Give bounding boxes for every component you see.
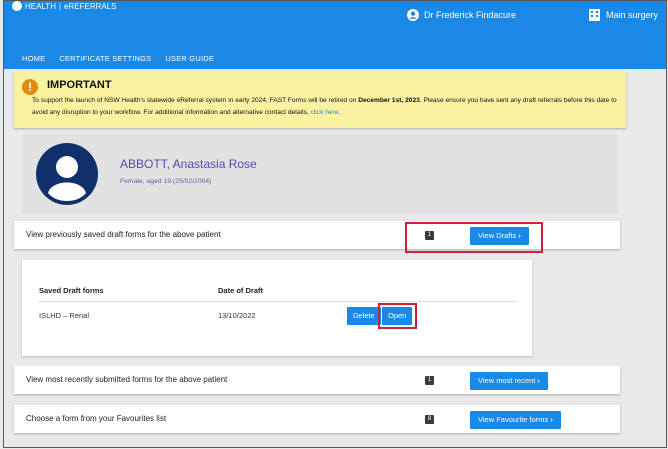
col-header-date-of-draft: Date of Draft bbox=[218, 286, 264, 295]
recent-row: View most recently submitted forms for t… bbox=[14, 366, 620, 394]
table-divider bbox=[38, 301, 518, 302]
health-logo-icon bbox=[12, 1, 22, 11]
app-window: HEALTH | eREFERRALS Dr Frederick Findacu… bbox=[3, 0, 667, 448]
drafts-count-badge: 1 bbox=[425, 231, 434, 240]
delete-draft-button[interactable]: Delete bbox=[347, 307, 381, 325]
view-favourite-forms-button[interactable]: View Favourite forms › bbox=[470, 411, 561, 429]
view-drafts-button[interactable]: View Drafts › bbox=[470, 227, 529, 245]
drafts-row-label: View previously saved draft forms for th… bbox=[26, 230, 221, 239]
exclamation-icon: ! bbox=[22, 79, 38, 95]
recent-count-badge: 1 bbox=[425, 376, 434, 385]
patient-card: ABBOTT, Anastasia Rose Female, aged 19 (… bbox=[22, 134, 618, 214]
chevron-right-icon: › bbox=[518, 231, 521, 240]
nav-user-guide[interactable]: USER GUIDE bbox=[165, 54, 214, 63]
recent-row-label: View most recently submitted forms for t… bbox=[26, 375, 228, 384]
main-nav: HOME CERTIFICATE SETTINGS USER GUIDE bbox=[22, 54, 214, 63]
patient-name: ABBOTT, Anastasia Rose bbox=[120, 157, 257, 171]
user-account-icon bbox=[406, 9, 419, 21]
site-name: Main surgery bbox=[605, 10, 658, 20]
patient-avatar-icon bbox=[36, 143, 98, 205]
favourites-row: Choose a form from your Favourites list … bbox=[14, 405, 620, 433]
chevron-right-icon: › bbox=[537, 376, 540, 385]
nav-certificate-settings[interactable]: CERTIFICATE SETTINGS bbox=[59, 54, 151, 63]
favourites-count-badge: 8 bbox=[425, 415, 434, 424]
open-draft-button[interactable]: Open bbox=[382, 307, 413, 325]
view-most-recent-button[interactable]: View most recent › bbox=[470, 372, 548, 390]
app-name: eREFERRALS bbox=[64, 1, 117, 11]
top-bar: HEALTH | eREFERRALS Dr Frederick Findacu… bbox=[4, 1, 666, 69]
building-icon bbox=[588, 9, 600, 21]
chevron-right-icon: › bbox=[550, 415, 553, 424]
user-menu[interactable]: Dr Frederick Findacure bbox=[406, 9, 516, 21]
drafts-row: View previously saved draft forms for th… bbox=[14, 221, 620, 253]
drafts-panel: Saved Draft forms Date of Draft ISLHD – … bbox=[22, 260, 532, 356]
important-alert: ! IMPORTANT To support the launch of NSW… bbox=[14, 71, 626, 128]
col-header-saved-draft-forms: Saved Draft forms bbox=[39, 286, 104, 295]
draft-date: 13/10/2022 bbox=[218, 311, 256, 320]
click-here-link[interactable]: click here bbox=[311, 109, 339, 116]
nav-home[interactable]: HOME bbox=[22, 54, 45, 63]
logo: HEALTH | eREFERRALS bbox=[12, 1, 117, 11]
draft-form-name: ISLHD – Renal bbox=[39, 311, 90, 320]
favourites-row-label: Choose a form from your Favourites list bbox=[26, 414, 167, 423]
patient-details: Female, aged 19 (25/02/2004) bbox=[120, 178, 212, 185]
retirement-date: December 1st, 2023 bbox=[358, 97, 420, 104]
logo-text: HEALTH bbox=[25, 1, 56, 11]
alert-title: IMPORTANT bbox=[47, 79, 112, 91]
user-name: Dr Frederick Findacure bbox=[423, 10, 516, 20]
site-menu[interactable]: Main surgery bbox=[588, 9, 658, 21]
alert-text: To support the launch of NSW Health's st… bbox=[32, 97, 617, 116]
